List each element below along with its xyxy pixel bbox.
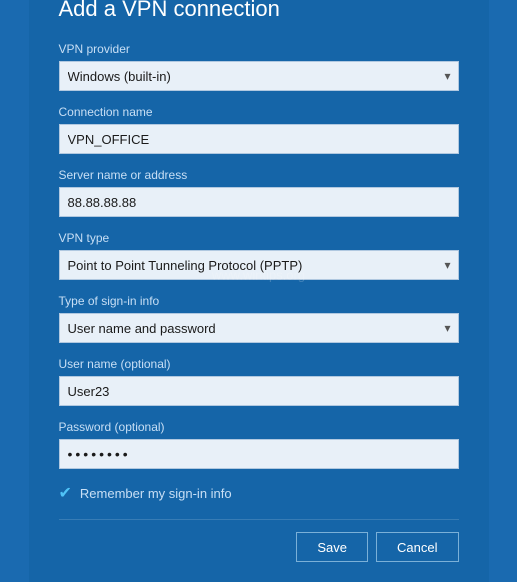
connection-name-input[interactable] [59,124,459,154]
vpn-type-select-wrapper: Point to Point Tunneling Protocol (PPTP)… [59,250,459,280]
vpn-dialog: www.wintips.org Add a VPN connection VPN… [29,0,489,582]
server-name-input[interactable] [59,187,459,217]
connection-name-label: Connection name [59,105,459,119]
checkmark-icon: ✔ [59,483,72,503]
vpn-type-label: VPN type [59,231,459,245]
cancel-button[interactable]: Cancel [376,532,458,562]
password-label: Password (optional) [59,420,459,434]
server-name-group: Server name or address [59,168,459,217]
sign-in-type-group: Type of sign-in info User name and passw… [59,294,459,343]
sign-in-type-select-wrapper: User name and password ▾ [59,313,459,343]
sign-in-type-label: Type of sign-in info [59,294,459,308]
password-input[interactable] [59,439,459,469]
username-label: User name (optional) [59,357,459,371]
server-name-label: Server name or address [59,168,459,182]
sign-in-type-select[interactable]: User name and password [59,313,459,343]
save-button[interactable]: Save [296,532,368,562]
remember-label: Remember my sign-in info [80,486,232,501]
vpn-type-select[interactable]: Point to Point Tunneling Protocol (PPTP) [59,250,459,280]
vpn-provider-select[interactable]: Windows (built-in) [59,61,459,91]
password-group: Password (optional) [59,420,459,469]
username-input[interactable] [59,376,459,406]
username-group: User name (optional) [59,357,459,406]
vpn-provider-group: VPN provider Windows (built-in) ▾ [59,42,459,91]
dialog-title: Add a VPN connection [59,0,459,22]
vpn-type-group: VPN type Point to Point Tunneling Protoc… [59,231,459,280]
button-row: Save Cancel [59,519,459,562]
vpn-provider-select-wrapper: Windows (built-in) ▾ [59,61,459,91]
remember-checkbox-row[interactable]: ✔ Remember my sign-in info [59,483,459,503]
vpn-provider-label: VPN provider [59,42,459,56]
connection-name-group: Connection name [59,105,459,154]
